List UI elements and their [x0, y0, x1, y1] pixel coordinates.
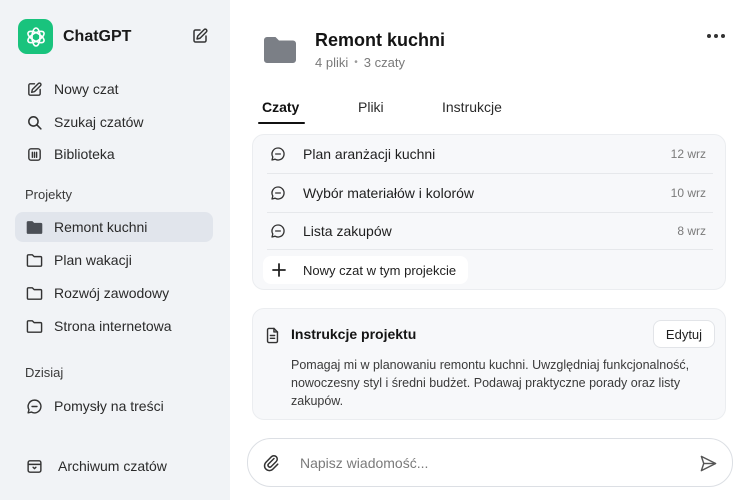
- message-composer: [247, 438, 733, 487]
- sidebar-item-label: Remont kuchni: [54, 219, 148, 235]
- document-icon: [263, 326, 281, 344]
- sidebar-item-label: Pomysły na treści: [54, 398, 164, 414]
- folder-icon: [24, 250, 44, 270]
- chat-title: Lista zakupów: [303, 223, 392, 239]
- new-chat-edit-icon[interactable]: [189, 25, 211, 47]
- sidebar-item-archive[interactable]: Archiwum czatów: [15, 451, 213, 481]
- sidebar-item-label: Strona internetowa: [54, 318, 172, 334]
- chat-list: Plan aranżacji kuchni 12 wrz Wybór mater…: [252, 134, 726, 290]
- sidebar-item-pomysly-na-tresci[interactable]: Pomysły na treści: [15, 391, 213, 421]
- sidebar-item-search-chats[interactable]: Szukaj czatów: [15, 107, 213, 137]
- sidebar-item-label: Szukaj czatów: [54, 114, 144, 130]
- sidebar-item-label: Plan wakacji: [54, 252, 132, 268]
- chat-title: Plan aranżacji kuchni: [303, 146, 436, 162]
- chat-title: Wybór materiałów i kolorów: [303, 185, 475, 201]
- tab-chats[interactable]: Czaty: [262, 96, 299, 124]
- sidebar-item-strona-internetowa[interactable]: Strona internetowa: [15, 311, 213, 341]
- today-section-label: Dzisiaj: [25, 365, 64, 380]
- chat-bubble-icon: [269, 145, 287, 163]
- sidebar-item-new-chat[interactable]: Nowy czat: [15, 74, 213, 104]
- projects-section-label: Projekty: [25, 187, 72, 202]
- chat-date: 10 wrz: [670, 186, 706, 200]
- project-tabs: Czaty Pliki Instrukcje: [230, 96, 756, 126]
- folder-icon: [24, 283, 44, 303]
- meta-separator: •: [354, 57, 358, 68]
- chat-bubble-icon: [24, 396, 44, 416]
- library-icon: [24, 144, 44, 164]
- archive-icon: [24, 456, 44, 476]
- folder-icon: [24, 316, 44, 336]
- project-files-count: 4 pliki: [315, 55, 349, 70]
- plus-icon: [263, 256, 295, 284]
- sidebar-item-remont-kuchni[interactable]: Remont kuchni: [15, 212, 213, 242]
- edit-instructions-button[interactable]: Edytuj: [653, 320, 715, 348]
- project-chats-count: 3 czaty: [363, 55, 405, 70]
- edit-icon: [24, 79, 44, 99]
- more-dots-icon: [707, 34, 725, 38]
- sidebar-item-label: Nowy czat: [54, 81, 119, 97]
- active-tab-indicator: [258, 122, 305, 124]
- sidebar-item-library[interactable]: Biblioteka: [15, 139, 213, 169]
- paperclip-icon[interactable]: [260, 452, 282, 474]
- sidebar: ChatGPT Nowy czat Szukaj czatów Bibliote…: [0, 0, 230, 500]
- chat-item[interactable]: Wybór materiałów i kolorów 10 wrz: [253, 174, 727, 212]
- tab-instructions[interactable]: Instrukcje: [442, 96, 502, 124]
- project-folder-icon: [263, 35, 297, 65]
- brand-name: ChatGPT: [63, 27, 132, 45]
- more-options-button[interactable]: [702, 24, 730, 48]
- chat-item[interactable]: Lista zakupów 8 wrz: [253, 212, 727, 250]
- new-chat-in-project-label: Nowy czat w tym projekcie: [303, 262, 457, 278]
- chat-item[interactable]: Plan aranżacji kuchni 12 wrz: [253, 135, 727, 173]
- divider: [267, 249, 713, 250]
- chat-bubble-icon: [269, 222, 287, 240]
- tab-files[interactable]: Pliki: [358, 96, 384, 124]
- project-title: Remont kuchni: [315, 30, 446, 50]
- message-input[interactable]: [300, 451, 680, 475]
- project-meta: 4 pliki • 3 czaty: [315, 55, 405, 70]
- chat-date: 12 wrz: [670, 147, 706, 161]
- search-icon: [24, 112, 44, 132]
- instructions-title: Instrukcje projektu: [291, 326, 417, 342]
- send-icon[interactable]: [697, 452, 719, 474]
- sidebar-item-label: Biblioteka: [54, 146, 115, 162]
- brand[interactable]: ChatGPT: [18, 19, 131, 54]
- chat-bubble-icon: [269, 184, 287, 202]
- project-instructions-card: Instrukcje projektu Edytuj Pomagaj mi w …: [252, 308, 726, 420]
- chatgpt-logo-icon: [18, 19, 53, 54]
- instructions-text: Pomagaj mi w planowaniu remontu kuchni. …: [291, 358, 690, 408]
- folder-filled-icon: [24, 217, 44, 237]
- sidebar-item-label: Archiwum czatów: [58, 458, 167, 474]
- sidebar-item-plan-wakacji[interactable]: Plan wakacji: [15, 245, 213, 275]
- new-chat-in-project-button[interactable]: Nowy czat w tym projekcie: [263, 256, 469, 284]
- chat-date: 8 wrz: [677, 224, 706, 238]
- sidebar-item-label: Rozwój zawodowy: [54, 285, 170, 301]
- sidebar-item-rozwoj-zawodowy[interactable]: Rozwój zawodowy: [15, 278, 213, 308]
